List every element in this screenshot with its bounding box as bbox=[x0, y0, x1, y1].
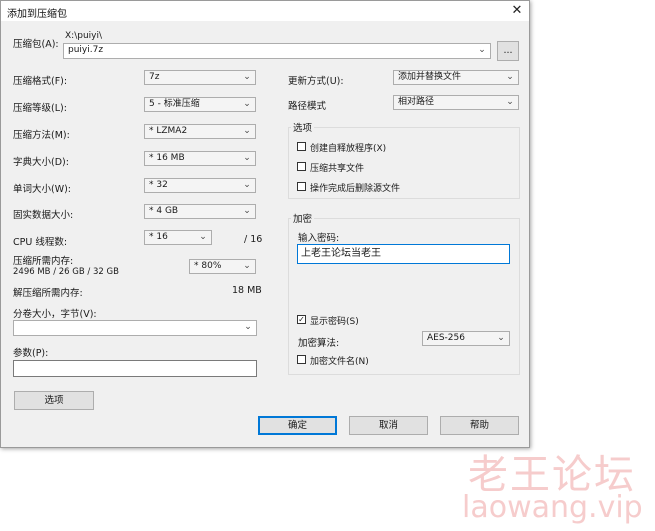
dict-value: * 16 MB bbox=[149, 153, 185, 163]
sfx-checkbox[interactable] bbox=[297, 142, 306, 151]
chevron-down-icon: ⌄ bbox=[243, 261, 251, 271]
chevron-down-icon: ⌄ bbox=[199, 232, 207, 242]
threads-label: CPU 线程数: bbox=[13, 237, 68, 248]
params-input[interactable] bbox=[13, 360, 257, 377]
chevron-down-icon: ⌄ bbox=[243, 126, 251, 136]
solid-value: * 4 GB bbox=[149, 206, 179, 216]
delete-checkbox-row[interactable]: 操作完成后删除源文件 bbox=[297, 181, 497, 194]
solid-combo[interactable]: * 4 GB ⌄ bbox=[144, 204, 256, 219]
chevron-down-icon: ⌄ bbox=[243, 206, 251, 216]
help-button[interactable]: 帮助 bbox=[440, 416, 519, 435]
delete-checkbox[interactable] bbox=[297, 182, 306, 191]
browse-button[interactable]: ... bbox=[497, 41, 519, 61]
watermark-en: laowang.vip bbox=[462, 490, 643, 525]
chevron-down-icon: ⌄ bbox=[243, 180, 251, 190]
archive-name-value: puiyi.7z bbox=[68, 45, 104, 55]
decomp-value: 18 MB bbox=[232, 285, 262, 296]
update-label: 更新方式(U): bbox=[288, 76, 344, 87]
threads-value: * 16 bbox=[149, 232, 168, 242]
level-value: 5 - 标准压缩 bbox=[149, 99, 200, 109]
encrypt-group-title: 加密 bbox=[291, 211, 315, 225]
mem-value: * 80% bbox=[194, 261, 222, 271]
method-combo[interactable]: * LZMA2 ⌄ bbox=[144, 124, 256, 139]
enc-method-label: 加密算法: bbox=[298, 338, 340, 349]
threads-total: / 16 bbox=[244, 234, 263, 245]
archive-path: X:\puiyi\ bbox=[65, 31, 103, 41]
decomp-label: 解压缩所需内存: bbox=[13, 288, 83, 299]
mem-label: 压缩所需内存: bbox=[13, 256, 74, 267]
split-combo[interactable]: ⌄ bbox=[13, 320, 257, 336]
password-input[interactable]: 上老王论坛当老王 bbox=[297, 244, 510, 264]
show-password-checkbox[interactable]: ✓ bbox=[297, 315, 306, 324]
close-icon[interactable]: ✕ bbox=[507, 2, 527, 20]
options-button[interactable]: 选项 bbox=[14, 391, 94, 410]
dict-label: 字典大小(D): bbox=[13, 157, 69, 168]
word-combo[interactable]: * 32 ⌄ bbox=[144, 178, 256, 193]
shared-checkbox[interactable] bbox=[297, 162, 306, 171]
split-label: 分卷大小，字节(V): bbox=[13, 309, 97, 320]
show-password-label: 显示密码(S) bbox=[310, 317, 359, 327]
level-combo[interactable]: 5 - 标准压缩 ⌄ bbox=[144, 97, 256, 112]
update-value: 添加并替换文件 bbox=[398, 72, 462, 82]
delete-label: 操作完成后删除源文件 bbox=[310, 184, 401, 194]
method-label: 压缩方法(M): bbox=[13, 130, 70, 141]
chevron-down-icon: ⌄ bbox=[243, 99, 251, 109]
level-label: 压缩等级(L): bbox=[13, 103, 67, 114]
title-bar: 添加到压缩包 ✕ bbox=[1, 1, 529, 21]
window-title: 添加到压缩包 bbox=[7, 9, 67, 20]
format-combo[interactable]: 7z ⌄ bbox=[144, 70, 256, 85]
encrypt-names-checkbox[interactable] bbox=[297, 355, 306, 364]
enc-method-combo[interactable]: AES-256 ⌄ bbox=[422, 331, 510, 346]
method-value: * LZMA2 bbox=[149, 126, 188, 136]
cancel-button[interactable]: 取消 bbox=[349, 416, 428, 435]
word-label: 单词大小(W): bbox=[13, 184, 72, 195]
sfx-checkbox-row[interactable]: 创建自释放程序(X) bbox=[297, 141, 497, 154]
mem-combo[interactable]: * 80% ⌄ bbox=[189, 259, 256, 274]
dict-combo[interactable]: * 16 MB ⌄ bbox=[144, 151, 256, 166]
word-value: * 32 bbox=[149, 180, 168, 190]
ok-button[interactable]: 确定 bbox=[258, 416, 337, 435]
pathmode-value: 相对路径 bbox=[398, 97, 435, 107]
mem-detail: 2496 MB / 26 GB / 32 GB bbox=[13, 267, 119, 277]
shared-label: 压缩共享文件 bbox=[310, 164, 365, 174]
chevron-down-icon: ⌄ bbox=[497, 333, 505, 343]
add-to-archive-dialog: 添加到压缩包 ✕ 压缩包(A): X:\puiyi\ puiyi.7z ⌄ ..… bbox=[0, 0, 530, 448]
archive-label: 压缩包(A): bbox=[13, 39, 59, 50]
show-password-row[interactable]: ✓ 显示密码(S) bbox=[297, 314, 497, 327]
encrypt-names-label: 加密文件名(N) bbox=[310, 357, 369, 367]
chevron-down-icon: ⌄ bbox=[243, 72, 251, 82]
sfx-label: 创建自释放程序(X) bbox=[310, 144, 387, 154]
chevron-down-icon: ⌄ bbox=[506, 72, 514, 82]
archive-name-combo[interactable]: puiyi.7z ⌄ bbox=[63, 43, 491, 59]
shared-checkbox-row[interactable]: 压缩共享文件 bbox=[297, 161, 497, 174]
pathmode-label: 路径模式 bbox=[288, 101, 327, 112]
threads-combo[interactable]: * 16 ⌄ bbox=[144, 230, 212, 245]
chevron-down-icon: ⌄ bbox=[506, 97, 514, 107]
options-group-title: 选项 bbox=[291, 120, 315, 134]
format-label: 压缩格式(F): bbox=[13, 76, 68, 87]
update-combo[interactable]: 添加并替换文件 ⌄ bbox=[393, 70, 519, 85]
pathmode-combo[interactable]: 相对路径 ⌄ bbox=[393, 95, 519, 110]
chevron-down-icon: ⌄ bbox=[244, 322, 252, 332]
chevron-down-icon: ⌄ bbox=[243, 153, 251, 163]
format-value: 7z bbox=[149, 72, 160, 82]
params-label: 参数(P): bbox=[13, 348, 49, 359]
chevron-down-icon: ⌄ bbox=[478, 45, 486, 55]
enc-method-value: AES-256 bbox=[427, 333, 465, 343]
password-label: 输入密码: bbox=[298, 233, 340, 244]
solid-label: 固实数据大小: bbox=[13, 210, 74, 221]
encrypt-names-row[interactable]: 加密文件名(N) bbox=[297, 354, 497, 367]
